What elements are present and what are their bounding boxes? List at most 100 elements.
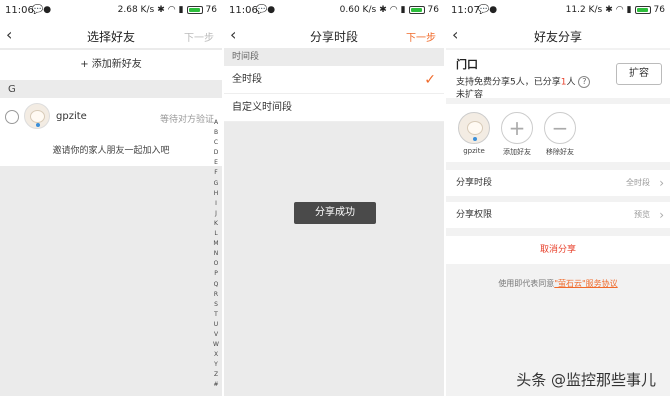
alphabet-index-letter[interactable]: # xyxy=(212,380,220,390)
plus-icon: + xyxy=(501,112,533,144)
alphabet-index-letter[interactable]: B xyxy=(212,128,220,138)
member-label: 添加好友 xyxy=(503,148,531,156)
member-gpzite[interactable]: gpzite xyxy=(454,112,494,155)
option-label: 自定义时间段 xyxy=(232,102,292,113)
network-speed: 2.68 K/s xyxy=(117,5,155,15)
toast-message: 分享成功 xyxy=(294,202,376,224)
network-speed: 0.60 K/s xyxy=(339,5,377,15)
section-header: G xyxy=(8,84,16,95)
share-permission-row[interactable]: 分享权限 预览 › xyxy=(446,202,670,228)
alphabet-index-letter[interactable]: Y xyxy=(212,360,220,370)
status-bar: 11:06 💬● 2.68 K/s ✱ ◠ ▮ 76 xyxy=(0,0,222,22)
battery-level: 76 xyxy=(205,5,217,15)
checkmark-icon: ✓ xyxy=(424,72,436,88)
alphabet-index-letter[interactable]: Q xyxy=(212,280,220,290)
share-period-row[interactable]: 分享时段 全时段 › xyxy=(446,170,670,196)
section-label: 时间段 xyxy=(232,52,260,62)
wifi-icon: ◠ xyxy=(615,5,624,15)
status-bar: 11:07 💬● 11.2 K/s ✱ ◠ ▮ 76 xyxy=(446,0,670,22)
nav-bar: ‹ 选择好友 下一步 xyxy=(0,22,222,48)
next-step-button[interactable]: 下一步 xyxy=(406,29,436,44)
avatar xyxy=(458,112,490,144)
cancel-share-button[interactable]: 取消分享 xyxy=(446,236,670,264)
invite-family-link[interactable]: 邀请你的家人朋友一起加入吧 xyxy=(0,136,222,166)
alphabet-index-letter[interactable]: L xyxy=(212,229,220,239)
status-time: 11:06 xyxy=(229,5,258,16)
help-icon[interactable]: ? xyxy=(578,76,591,88)
row-value: 预览 xyxy=(634,210,650,219)
next-step-button[interactable]: 下一步 xyxy=(184,29,214,44)
battery-icon xyxy=(408,6,425,14)
battery-level: 76 xyxy=(427,5,439,15)
alphabet-index-letter[interactable]: O xyxy=(212,259,220,269)
alphabet-index-letter[interactable]: I xyxy=(212,199,220,209)
screenshot-collage: 11:06 💬● 2.68 K/s ✱ ◠ ▮ 76 ‹ 选择好友 下一步 + … xyxy=(0,0,670,396)
member-label: 移除好友 xyxy=(546,148,574,156)
expand-button[interactable]: 扩容 xyxy=(616,63,662,85)
remove-friend-button[interactable]: − 移除好友 xyxy=(540,112,580,157)
row-value: 全时段 xyxy=(626,178,650,187)
row-label: 分享权限 xyxy=(456,210,493,220)
share-quota-text: 支持免费分享5人，已分享1人 ? 未扩容 xyxy=(456,76,606,101)
nav-bar: ‹ 分享时段 下一步 xyxy=(224,22,444,48)
select-radio[interactable] xyxy=(5,110,19,124)
row-label: 分享时段 xyxy=(456,178,493,188)
message-icon: 💬● xyxy=(256,5,276,15)
alphabet-index-letter[interactable]: W xyxy=(212,340,220,350)
status-bar: 11:06 💬● 0.60 K/s ✱ ◠ ▮ 76 xyxy=(224,0,444,22)
alphabet-index-letter[interactable]: F xyxy=(212,168,220,178)
nav-bar: ‹ 好友分享 xyxy=(446,22,670,48)
alphabet-index-letter[interactable]: N xyxy=(212,249,220,259)
alphabet-index-letter[interactable]: A xyxy=(212,118,220,128)
wifi-icon: ◠ xyxy=(167,5,176,15)
alphabet-index-letter[interactable]: D xyxy=(212,148,220,158)
bluetooth-icon: ✱ xyxy=(379,5,387,15)
alphabet-index-letter[interactable]: X xyxy=(212,350,220,360)
alphabet-index-letter[interactable]: R xyxy=(212,290,220,300)
alphabet-index-letter[interactable]: V xyxy=(212,330,220,340)
wifi-icon: ◠ xyxy=(389,5,398,15)
member-label: gpzite xyxy=(463,147,485,155)
expand-status: 未扩容 xyxy=(456,89,484,100)
alphabet-index-letter[interactable]: T xyxy=(212,310,220,320)
signal-icon: ▮ xyxy=(626,5,632,15)
service-agreement-link[interactable]: "萤石云"服务协议 xyxy=(554,279,617,288)
alphabet-index-letter[interactable]: G xyxy=(212,179,220,189)
alphabet-index-letter[interactable]: C xyxy=(212,138,220,148)
friend-share-screen: 11:07 💬● 11.2 K/s ✱ ◠ ▮ 76 ‹ 好友分享 门口 支持免… xyxy=(446,0,670,396)
friend-list-item[interactable]: gpzite 等待对方验证 xyxy=(0,98,222,136)
battery-icon xyxy=(186,6,203,14)
message-icon: 💬● xyxy=(32,5,52,15)
message-icon: 💬● xyxy=(478,5,498,15)
device-card: 门口 支持免费分享5人，已分享1人 ? 未扩容 扩容 xyxy=(446,50,670,101)
select-friend-screen: 11:06 💬● 2.68 K/s ✱ ◠ ▮ 76 ‹ 选择好友 下一步 + … xyxy=(0,0,222,396)
signal-icon: ▮ xyxy=(400,5,406,15)
friend-name: gpzite xyxy=(56,111,87,122)
status-time: 11:07 xyxy=(451,5,480,16)
shared-members: gpzite + 添加好友 − 移除好友 xyxy=(446,104,670,162)
share-period-screen: 11:06 💬● 0.60 K/s ✱ ◠ ▮ 76 ‹ 分享时段 下一步 时间… xyxy=(224,0,444,396)
avatar xyxy=(24,103,50,129)
alphabet-index-letter[interactable]: H xyxy=(212,189,220,199)
option-all-day[interactable]: 全时段 ✓ xyxy=(224,66,444,94)
signal-icon: ▮ xyxy=(178,5,184,15)
page-title: 好友分享 xyxy=(533,30,582,44)
add-friend-button[interactable]: + 添加好友 xyxy=(497,112,537,157)
alphabet-index-letter[interactable]: K xyxy=(212,219,220,229)
alphabet-index-letter[interactable]: P xyxy=(212,269,220,279)
battery-icon xyxy=(634,6,651,14)
network-speed: 11.2 K/s xyxy=(565,5,603,15)
alphabet-index-letter[interactable]: Z xyxy=(212,370,220,380)
alphabet-index-letter[interactable]: J xyxy=(212,209,220,219)
add-new-friend-button[interactable]: + 添加新好友 xyxy=(0,50,222,80)
bluetooth-icon: ✱ xyxy=(157,5,165,15)
alphabet-index-letter[interactable]: E xyxy=(212,158,220,168)
alphabet-index-letter[interactable]: U xyxy=(212,320,220,330)
alphabet-index[interactable]: A B C D E F G H I J K L M N O P Q R S T U V W X Y Z # xyxy=(212,118,220,391)
friend-status: 等待对方验证 xyxy=(159,115,214,125)
alphabet-index-letter[interactable]: M xyxy=(212,239,220,249)
chevron-right-icon: › xyxy=(659,176,664,190)
status-time: 11:06 xyxy=(5,5,34,16)
option-custom-period[interactable]: 自定义时间段 xyxy=(224,94,444,122)
alphabet-index-letter[interactable]: S xyxy=(212,300,220,310)
